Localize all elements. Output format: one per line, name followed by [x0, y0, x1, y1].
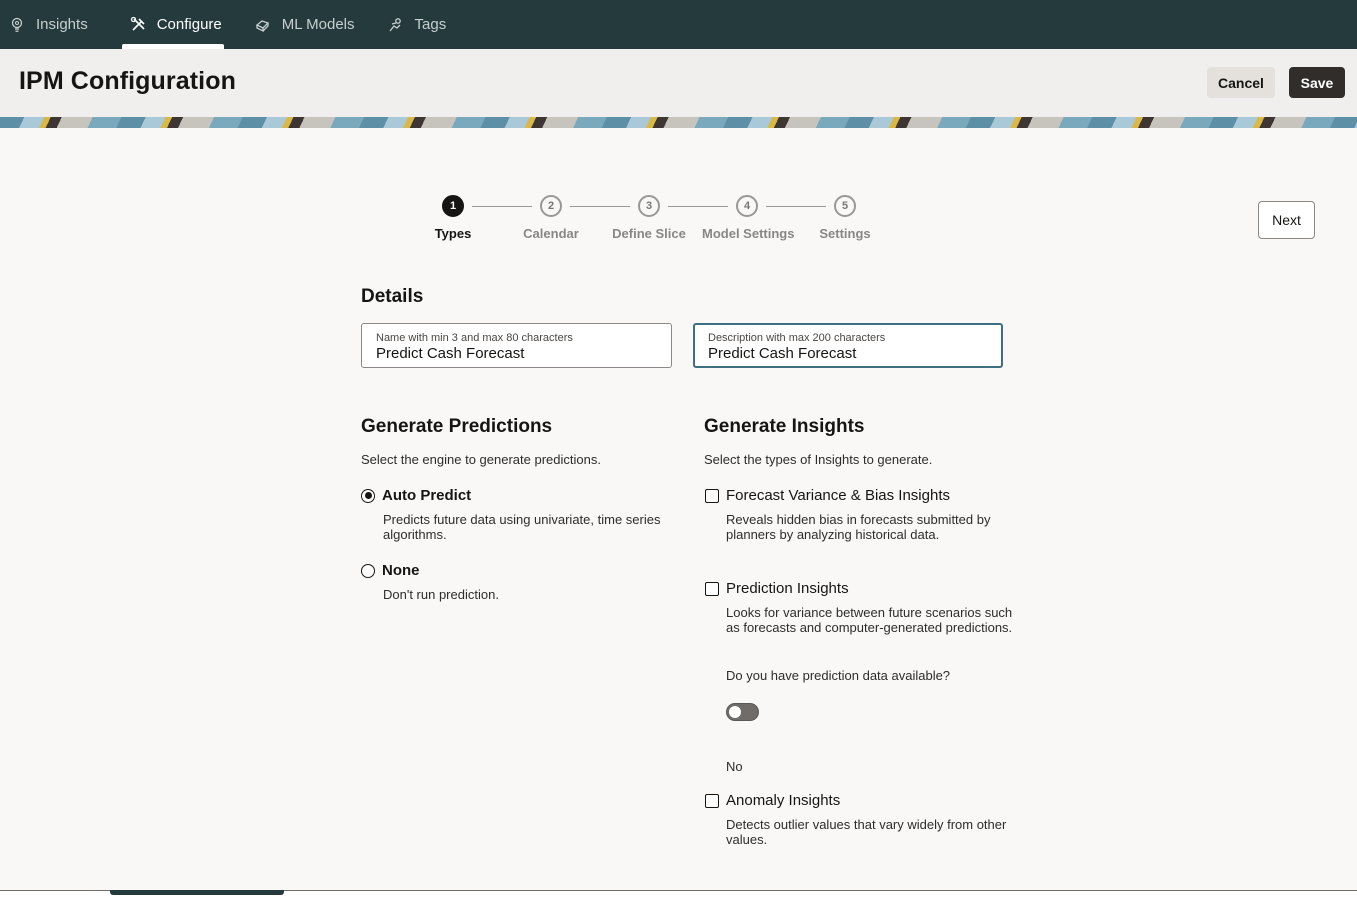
checkbox-prediction-insights[interactable]: Prediction Insights [705, 580, 849, 597]
tab-ml-models[interactable]: ML Models [244, 0, 373, 49]
option-description: Looks for variance between future scenar… [726, 605, 1013, 635]
step-train: 1 Types 2 Calendar 3 Define Slice 4 Mode… [420, 195, 890, 255]
insights-heading: Generate Insights [704, 416, 865, 437]
step-number: 2 [540, 195, 562, 217]
step-label: Define Slice [612, 226, 686, 241]
top-navigation: Insights Configure ML Models Tags [0, 0, 1357, 49]
step-define-slice[interactable]: 3 Define Slice [604, 195, 694, 241]
description-field[interactable]: Description with max 200 characters [693, 323, 1003, 368]
prediction-data-toggle[interactable] [726, 703, 759, 721]
option-description: Detects outlier values that vary widely … [726, 817, 1007, 847]
step-number: 5 [834, 195, 856, 217]
checkbox-forecast-variance[interactable]: Forecast Variance & Bias Insights [705, 487, 950, 504]
description-field-label: Description with max 200 characters [708, 332, 886, 344]
prediction-data-question: Do you have prediction data available? [726, 668, 951, 683]
step-label: Settings [819, 226, 871, 241]
predictions-heading: Generate Predictions [361, 416, 553, 437]
step-model-settings[interactable]: 4 Model Settings [702, 195, 795, 241]
toggle-state-label: No [726, 759, 743, 774]
tab-tags-label: Tags [414, 16, 447, 33]
radio-auto-predict[interactable]: Auto Predict [361, 487, 471, 504]
checkbox[interactable] [705, 488, 719, 503]
cancel-button[interactable]: Cancel [1207, 67, 1275, 98]
option-label: Auto Predict [382, 487, 472, 504]
step-settings[interactable]: 5 Settings [800, 195, 890, 241]
tab-ml-models-label: ML Models [281, 16, 355, 33]
step-label: Calendar [523, 226, 579, 241]
insights-description: Select the types of Insights to generate… [704, 452, 933, 467]
option-label: Anomaly Insights [726, 792, 841, 809]
model-icon [254, 16, 272, 34]
tab-configure[interactable]: Configure [121, 0, 224, 49]
radio-button[interactable] [361, 488, 375, 503]
details-heading: Details [361, 286, 424, 307]
tools-icon [130, 16, 147, 34]
save-button[interactable]: Save [1289, 67, 1345, 98]
name-field[interactable]: Name with min 3 and max 80 characters [361, 323, 672, 368]
checkbox[interactable] [705, 581, 719, 596]
toggle-knob [729, 706, 741, 718]
option-label: Forecast Variance & Bias Insights [726, 487, 950, 504]
tab-tags[interactable]: Tags [377, 0, 465, 49]
tab-configure-label: Configure [156, 16, 222, 33]
step-label: Types [434, 226, 472, 241]
tab-insights-label: Insights [36, 16, 88, 33]
option-description: Reveals hidden bias in forecasts submitt… [726, 512, 991, 542]
step-types[interactable]: 1 Types [408, 195, 498, 241]
tab-insights[interactable]: Insights [0, 0, 106, 49]
checkbox-anomaly-insights[interactable]: Anomaly Insights [705, 792, 840, 809]
option-description: Don't run prediction. [383, 587, 499, 602]
step-number: 4 [736, 195, 758, 217]
page-title: IPM Configuration [19, 67, 236, 95]
step-label: Model Settings [702, 226, 795, 241]
lightbulb-icon [8, 16, 26, 34]
description-input[interactable] [708, 346, 988, 362]
checkbox[interactable] [705, 793, 719, 808]
page-header: IPM Configuration Cancel Save [0, 49, 1357, 117]
radio-none[interactable]: None [361, 562, 420, 579]
name-field-label: Name with min 3 and max 80 characters [376, 332, 573, 344]
option-label: None [382, 562, 420, 579]
tag-icon [387, 16, 405, 34]
radio-button[interactable] [361, 563, 375, 578]
predictions-description: Select the engine to generate prediction… [361, 452, 601, 467]
name-input[interactable] [376, 346, 657, 362]
scroll-indicator [110, 890, 284, 895]
step-number: 1 [442, 195, 464, 217]
step-calendar[interactable]: 2 Calendar [506, 195, 596, 241]
decorative-banner [0, 117, 1357, 128]
option-description: Predicts future data using univariate, t… [383, 512, 661, 542]
option-label: Prediction Insights [726, 580, 849, 597]
next-button[interactable]: Next [1258, 201, 1315, 239]
step-number: 3 [638, 195, 660, 217]
